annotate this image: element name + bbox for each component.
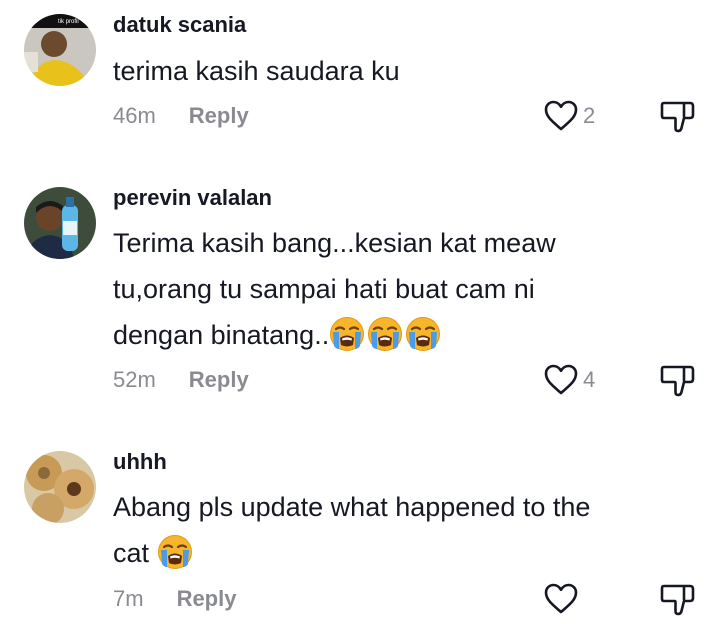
username[interactable]: datuk scania bbox=[113, 12, 246, 38]
loudly-crying-face-emoji-icon bbox=[329, 316, 365, 352]
avatar-tag-text: tik profil bbox=[58, 19, 79, 25]
loudly-crying-face-emoji-icon bbox=[157, 534, 193, 570]
comment-text-line: tu,orang tu sampai hati buat cam ni bbox=[113, 274, 535, 304]
timestamp: 46m bbox=[113, 103, 156, 128]
comment-text-line-with-emoji: dengan binatang.. bbox=[113, 312, 673, 358]
comment-text-line-with-emoji: cat bbox=[113, 530, 673, 576]
heart-icon bbox=[543, 362, 579, 398]
comment-text: Abang pls update what happened to the ca… bbox=[113, 484, 673, 576]
reply-button[interactable]: Reply bbox=[189, 103, 249, 129]
comment-text-line: dengan binatang.. bbox=[113, 320, 330, 350]
comment-meta: 46m Reply bbox=[113, 101, 249, 131]
comment-text-line: cat bbox=[113, 538, 150, 568]
like-count: 4 bbox=[583, 367, 596, 392]
timestamp: 52m bbox=[113, 367, 156, 392]
heart-icon bbox=[543, 581, 579, 617]
like-button[interactable] bbox=[543, 581, 583, 617]
comment-meta: 52m Reply bbox=[113, 365, 249, 395]
reply-button[interactable]: Reply bbox=[177, 586, 237, 612]
reply-button[interactable]: Reply bbox=[189, 367, 249, 393]
avatar[interactable] bbox=[24, 187, 96, 259]
loudly-crying-face-emoji-icon bbox=[367, 316, 403, 352]
timestamp: 7m bbox=[113, 586, 144, 611]
thumbs-down-icon[interactable] bbox=[660, 581, 696, 617]
avatar[interactable] bbox=[24, 451, 96, 523]
avatar[interactable]: tik profil bbox=[24, 14, 96, 86]
comment-text-line: terima kasih saudara ku bbox=[113, 56, 400, 86]
like-count: 2 bbox=[583, 103, 596, 128]
username[interactable]: uhhh bbox=[113, 449, 167, 475]
loudly-crying-face-emoji-icon bbox=[405, 316, 441, 352]
thumbs-down-icon[interactable] bbox=[660, 362, 696, 398]
username[interactable]: perevin valalan bbox=[113, 185, 272, 211]
heart-icon bbox=[543, 98, 579, 134]
thumbs-down-icon[interactable] bbox=[660, 98, 696, 134]
like-button[interactable]: 2 bbox=[543, 98, 595, 134]
comment-text-line: Abang pls update what happened to the bbox=[113, 492, 591, 522]
comment-meta: 7m Reply bbox=[113, 584, 236, 614]
comment-text: Terima kasih bang...kesian kat meaw tu,o… bbox=[113, 220, 673, 358]
comment-text-line: Terima kasih bang...kesian kat meaw bbox=[113, 228, 556, 258]
like-button[interactable]: 4 bbox=[543, 362, 595, 398]
comment-text: terima kasih saudara ku bbox=[113, 48, 673, 94]
